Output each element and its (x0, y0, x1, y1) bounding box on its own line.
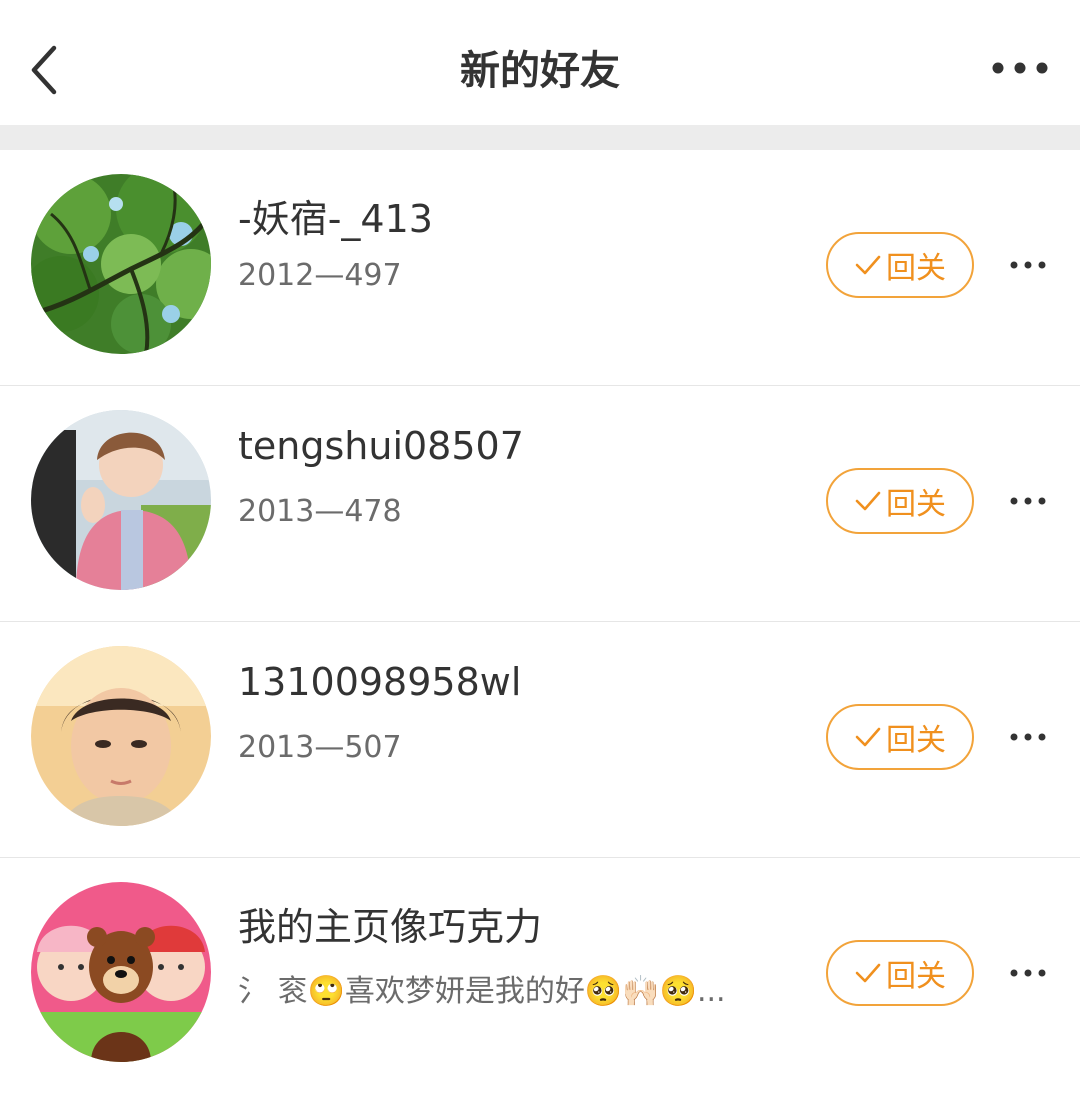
more-horizontal-icon (992, 62, 1048, 74)
more-horizontal-icon (1010, 733, 1046, 741)
friend-row[interactable]: 1310098958wl 2013—507 回关 (0, 622, 1080, 858)
follow-back-button[interactable]: 回关 (826, 940, 974, 1006)
friend-subtitle: 氵 衮🙄喜欢梦妍是我的好🥺🙌🏻🥺... (238, 974, 726, 1009)
check-icon (855, 255, 881, 275)
person-in-pink-jacket-photo (31, 410, 211, 590)
check-icon (855, 727, 881, 747)
follow-back-label: 回关 (886, 487, 946, 522)
avatar[interactable] (31, 410, 211, 590)
avatar[interactable] (31, 882, 211, 1062)
friend-subtitle: 2013—478 (238, 494, 402, 529)
section-divider (0, 125, 1080, 150)
more-horizontal-icon (1010, 969, 1046, 977)
follow-back-label: 回关 (886, 251, 946, 286)
friend-row[interactable]: -妖宿-_413 2012—497 回关 (0, 150, 1080, 386)
row-more-button[interactable] (1008, 250, 1048, 280)
follow-back-label: 回关 (886, 959, 946, 994)
avatar[interactable] (31, 646, 211, 826)
friend-list: -妖宿-_413 2012—497 回关 tengshui08507 2013—… (0, 150, 1080, 1093)
more-horizontal-icon (1010, 497, 1046, 505)
portrait-photo (31, 646, 211, 826)
follow-back-button[interactable]: 回关 (826, 232, 974, 298)
more-options-button[interactable] (990, 50, 1050, 86)
row-more-button[interactable] (1008, 958, 1048, 988)
top-navigation-bar: 新的好友 (0, 0, 1080, 125)
cartoon-bear-and-babies (31, 882, 211, 1062)
friend-row[interactable]: tengshui08507 2013—478 回关 (0, 386, 1080, 622)
avatar[interactable] (31, 174, 211, 354)
friend-subtitle: 2012—497 (238, 258, 402, 293)
follow-back-button[interactable]: 回关 (826, 704, 974, 770)
friend-name[interactable]: 1310098958wl (238, 660, 521, 704)
friend-subtitle: 2013—507 (238, 730, 402, 765)
friend-name[interactable]: -妖宿-_413 (238, 188, 433, 243)
more-horizontal-icon (1010, 261, 1046, 269)
page-title: 新的好友 (460, 48, 620, 94)
follow-back-button[interactable]: 回关 (826, 468, 974, 534)
check-icon (855, 491, 881, 511)
friend-row[interactable]: 我的主页像巧克力 氵 衮🙄喜欢梦妍是我的好🥺🙌🏻🥺... 回关 (0, 858, 1080, 1093)
row-more-button[interactable] (1008, 722, 1048, 752)
row-more-button[interactable] (1008, 486, 1048, 516)
friend-name[interactable]: 我的主页像巧克力 (238, 896, 542, 951)
tree-canopy-photo (31, 174, 211, 354)
follow-back-label: 回关 (886, 723, 946, 758)
friend-name[interactable]: tengshui08507 (238, 424, 524, 468)
check-icon (855, 963, 881, 983)
